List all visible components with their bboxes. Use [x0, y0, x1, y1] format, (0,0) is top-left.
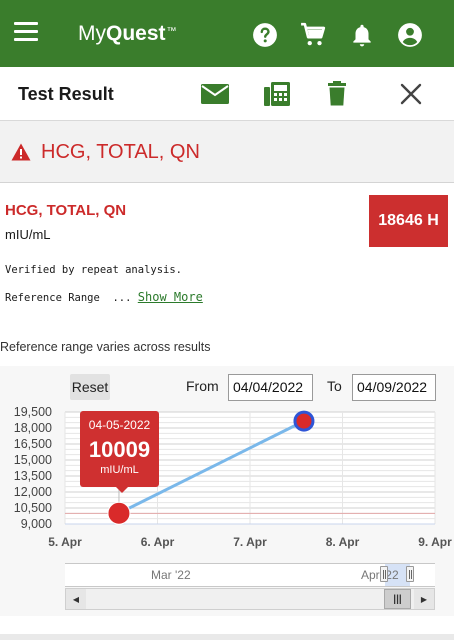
x-tick-label: 9. Apr	[418, 535, 452, 549]
navigator-label-mar: Mar '22	[151, 568, 191, 582]
cart-icon[interactable]	[300, 22, 326, 48]
chart-tooltip: 04-05-2022 10009 mIU/mL	[80, 411, 159, 493]
trash-icon[interactable]	[322, 80, 352, 108]
y-tick-label: 18,000	[14, 421, 52, 435]
help-icon[interactable]	[252, 22, 278, 48]
app-header: MyQuest™	[0, 0, 454, 67]
hamburger-menu-icon[interactable]	[14, 22, 38, 42]
brand-logo[interactable]: MyQuest™	[78, 22, 177, 46]
warning-triangle-icon	[11, 143, 31, 161]
y-tick-label: 9,000	[21, 517, 52, 531]
tooltip-units: mIU/mL	[100, 464, 139, 476]
y-tick-label: 16,500	[14, 437, 52, 451]
show-more-link[interactable]: Show More	[138, 290, 203, 304]
close-icon[interactable]	[396, 80, 426, 108]
result-value-badge: 18646 H	[369, 195, 448, 247]
brand-trademark: ™	[166, 26, 177, 37]
x-tick-label: 5. Apr	[48, 535, 82, 549]
x-axis-labels: 5. Apr 6. Apr 7. Apr 8. Apr 9. Apr	[48, 535, 452, 549]
banner-title: HCG, TOTAL, QN	[41, 141, 200, 163]
y-axis-labels: 19,500 18,000 16,500 15,000 13,500 12,000 10,5…	[14, 405, 52, 531]
page-title: Test Result	[18, 84, 114, 104]
navigator-left-handle[interactable]	[380, 566, 388, 582]
y-tick-label: 10,500	[14, 501, 52, 515]
envelope-icon[interactable]	[200, 80, 230, 108]
y-tick-label: 19,500	[14, 405, 52, 419]
reference-range-label: Reference Range	[5, 292, 100, 304]
fax-icon[interactable]	[262, 80, 292, 108]
scrollbar-thumb[interactable]: |||	[384, 589, 411, 609]
result-trend-chart[interactable]: 19,500 18,000 16,500 15,000 13,500 12,000 10,5…	[0, 400, 454, 560]
result-toolbar: Test Result	[0, 67, 454, 121]
tooltip-date: 04-05-2022	[88, 418, 151, 432]
data-point[interactable]	[293, 410, 315, 432]
alert-banner: HCG, TOTAL, QN	[0, 121, 454, 183]
account-icon[interactable]	[397, 22, 423, 48]
bottom-edge	[0, 634, 454, 640]
bell-icon[interactable]	[349, 22, 375, 48]
result-comment: Verified by repeat analysis.	[5, 264, 183, 276]
y-tick-label: 15,000	[14, 453, 52, 467]
navigator-right-handle[interactable]	[406, 566, 414, 582]
chart-navigator[interactable]: Mar '22 Apr '22	[65, 563, 435, 587]
y-tick-label: 12,000	[14, 485, 52, 499]
data-point[interactable]	[107, 501, 131, 525]
reference-ellipsis: ...	[112, 292, 132, 304]
reference-range-row: Reference Range ... Show More	[5, 290, 203, 304]
chart-scrollbar[interactable]: ◀ ||| ▶	[65, 588, 435, 610]
brand-prefix: My	[78, 22, 106, 45]
x-tick-label: 6. Apr	[141, 535, 175, 549]
from-label: From	[186, 378, 219, 394]
reset-zoom-button[interactable]: Reset	[70, 374, 110, 400]
to-label: To	[327, 378, 342, 394]
test-units: mIU/mL	[5, 227, 51, 242]
tooltip-value: 10009	[88, 437, 151, 462]
from-date-input[interactable]: 04/04/2022	[228, 374, 313, 401]
test-name: HCG, TOTAL, QN	[5, 202, 127, 219]
scroll-left-button[interactable]: ◀	[66, 589, 86, 609]
x-tick-label: 7. Apr	[233, 535, 267, 549]
to-date-input[interactable]: 04/09/2022	[352, 374, 436, 401]
x-tick-label: 8. Apr	[326, 535, 360, 549]
scroll-right-button[interactable]: ▶	[414, 589, 434, 609]
brand-name: Quest	[106, 22, 166, 45]
y-tick-label: 13,500	[14, 469, 52, 483]
reference-range-note: Reference range varies across results	[0, 340, 211, 354]
